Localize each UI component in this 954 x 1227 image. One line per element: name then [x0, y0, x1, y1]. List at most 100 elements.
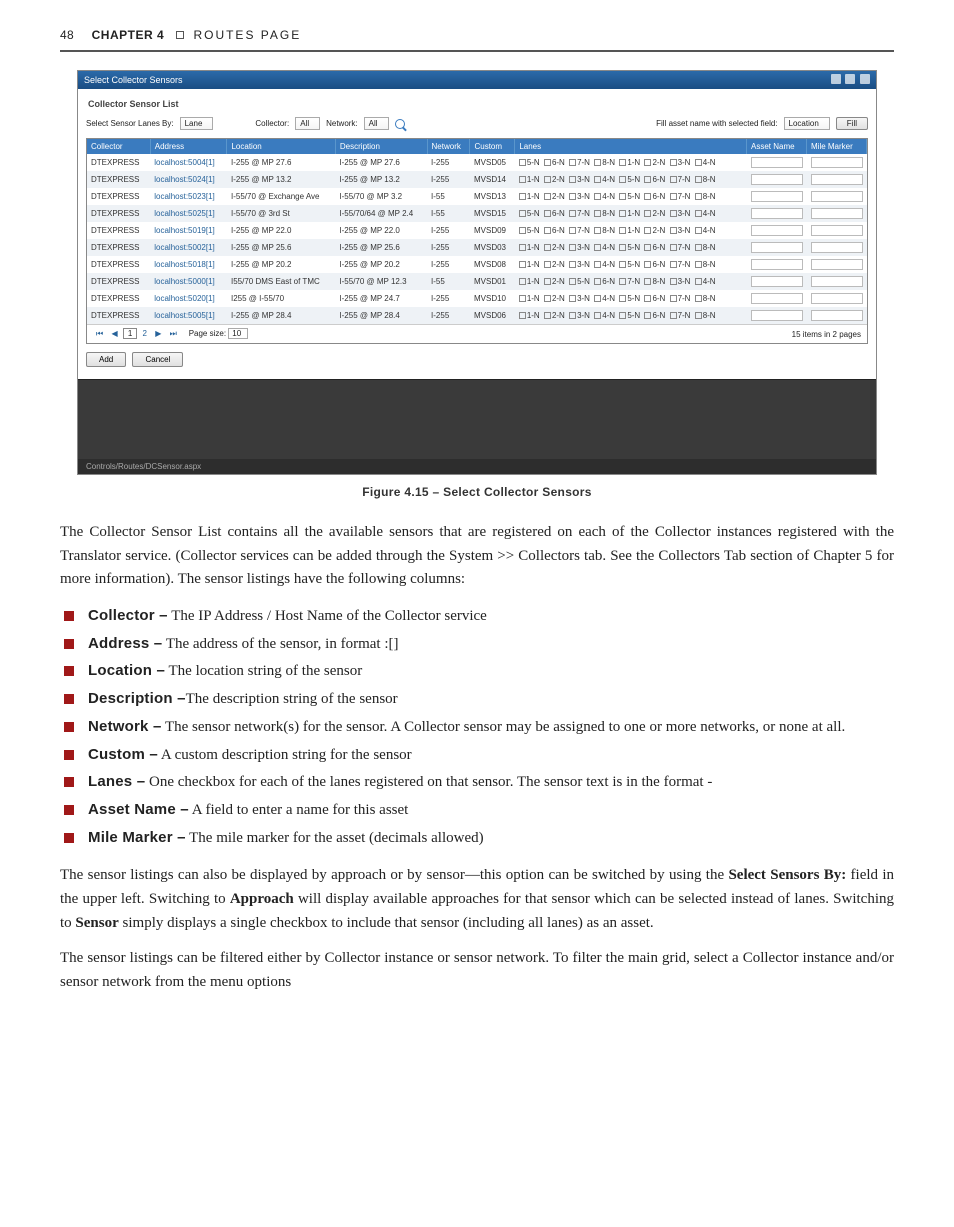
- col-asset-name[interactable]: Asset Name: [747, 139, 807, 154]
- asset-name-input[interactable]: [751, 276, 803, 287]
- pager-prev-icon[interactable]: ◀: [108, 329, 120, 338]
- lane-checkbox[interactable]: [594, 312, 601, 319]
- lane-checkbox[interactable]: [594, 210, 601, 217]
- lane-checkbox[interactable]: [644, 261, 651, 268]
- lane-checkbox[interactable]: [644, 210, 651, 217]
- asset-name-input[interactable]: [751, 174, 803, 185]
- lane-checkbox[interactable]: [670, 261, 677, 268]
- minimize-icon[interactable]: [831, 74, 841, 84]
- fill-button[interactable]: Fill: [836, 117, 868, 130]
- cell-address[interactable]: localhost:5024[1]: [150, 171, 227, 188]
- mile-marker-input[interactable]: [811, 157, 863, 168]
- lane-checkbox[interactable]: [695, 193, 702, 200]
- lane-checkbox[interactable]: [594, 244, 601, 251]
- search-icon[interactable]: [395, 119, 405, 129]
- table-row[interactable]: DTEXPRESSlocalhost:5020[1]I255 @ I-55/70…: [87, 290, 867, 307]
- lane-checkbox[interactable]: [644, 244, 651, 251]
- lane-checkbox[interactable]: [569, 176, 576, 183]
- lane-checkbox[interactable]: [619, 278, 626, 285]
- network-filter-dropdown[interactable]: All: [364, 117, 389, 130]
- mile-marker-input[interactable]: [811, 310, 863, 321]
- lane-checkbox[interactable]: [670, 176, 677, 183]
- lane-checkbox[interactable]: [644, 278, 651, 285]
- mile-marker-input[interactable]: [811, 208, 863, 219]
- lane-checkbox[interactable]: [619, 261, 626, 268]
- pager-last-icon[interactable]: ⏭: [167, 329, 180, 339]
- lane-checkbox[interactable]: [569, 210, 576, 217]
- lane-checkbox[interactable]: [519, 193, 526, 200]
- table-row[interactable]: DTEXPRESSlocalhost:5005[1]I-255 @ MP 28.…: [87, 307, 867, 324]
- lane-checkbox[interactable]: [695, 210, 702, 217]
- mile-marker-input[interactable]: [811, 174, 863, 185]
- mile-marker-input[interactable]: [811, 259, 863, 270]
- lane-checkbox[interactable]: [619, 312, 626, 319]
- lane-checkbox[interactable]: [619, 210, 626, 217]
- cell-address[interactable]: localhost:5000[1]: [150, 273, 227, 290]
- lane-checkbox[interactable]: [569, 193, 576, 200]
- lane-checkbox[interactable]: [670, 159, 677, 166]
- lane-checkbox[interactable]: [544, 227, 551, 234]
- col-location[interactable]: Location: [227, 139, 335, 154]
- mile-marker-input[interactable]: [811, 293, 863, 304]
- col-mile-marker[interactable]: Mile Marker: [807, 139, 867, 154]
- cell-address[interactable]: localhost:5019[1]: [150, 222, 227, 239]
- fill-field-dropdown[interactable]: Location: [784, 117, 830, 130]
- lane-checkbox[interactable]: [670, 295, 677, 302]
- lane-checkbox[interactable]: [519, 295, 526, 302]
- lane-checkbox[interactable]: [544, 193, 551, 200]
- lane-checkbox[interactable]: [569, 312, 576, 319]
- lane-checkbox[interactable]: [569, 227, 576, 234]
- cell-address[interactable]: localhost:5018[1]: [150, 256, 227, 273]
- lane-checkbox[interactable]: [695, 244, 702, 251]
- lane-checkbox[interactable]: [594, 159, 601, 166]
- asset-name-input[interactable]: [751, 208, 803, 219]
- lane-checkbox[interactable]: [594, 261, 601, 268]
- lane-checkbox[interactable]: [569, 261, 576, 268]
- lane-checkbox[interactable]: [644, 227, 651, 234]
- asset-name-input[interactable]: [751, 293, 803, 304]
- lane-checkbox[interactable]: [644, 193, 651, 200]
- cell-address[interactable]: localhost:5025[1]: [150, 205, 227, 222]
- page-size-dropdown[interactable]: 10: [228, 328, 248, 339]
- collector-filter-dropdown[interactable]: All: [295, 117, 320, 130]
- lane-checkbox[interactable]: [594, 176, 601, 183]
- lane-checkbox[interactable]: [644, 176, 651, 183]
- lane-checkbox[interactable]: [695, 312, 702, 319]
- lane-checkbox[interactable]: [644, 159, 651, 166]
- lane-checkbox[interactable]: [644, 295, 651, 302]
- lane-checkbox[interactable]: [519, 159, 526, 166]
- maximize-icon[interactable]: [845, 74, 855, 84]
- lane-checkbox[interactable]: [619, 227, 626, 234]
- col-lanes[interactable]: Lanes: [515, 139, 747, 154]
- lane-checkbox[interactable]: [670, 244, 677, 251]
- lane-checkbox[interactable]: [544, 295, 551, 302]
- col-network[interactable]: Network: [427, 139, 470, 154]
- col-address[interactable]: Address: [150, 139, 227, 154]
- col-description[interactable]: Description: [335, 139, 427, 154]
- lane-checkbox[interactable]: [569, 295, 576, 302]
- lane-checkbox[interactable]: [544, 159, 551, 166]
- lane-checkbox[interactable]: [695, 295, 702, 302]
- lane-checkbox[interactable]: [519, 244, 526, 251]
- lane-checkbox[interactable]: [569, 244, 576, 251]
- lane-checkbox[interactable]: [695, 278, 702, 285]
- lane-checkbox[interactable]: [544, 176, 551, 183]
- close-icon[interactable]: [860, 74, 870, 84]
- lane-checkbox[interactable]: [619, 244, 626, 251]
- table-row[interactable]: DTEXPRESSlocalhost:5019[1]I-255 @ MP 22.…: [87, 222, 867, 239]
- lane-checkbox[interactable]: [644, 312, 651, 319]
- pager-page-1[interactable]: 1: [123, 328, 137, 339]
- col-custom[interactable]: Custom: [470, 139, 515, 154]
- table-row[interactable]: DTEXPRESSlocalhost:5002[1]I-255 @ MP 25.…: [87, 239, 867, 256]
- lane-checkbox[interactable]: [594, 278, 601, 285]
- mile-marker-input[interactable]: [811, 225, 863, 236]
- lane-checkbox[interactable]: [594, 193, 601, 200]
- lane-checkbox[interactable]: [544, 244, 551, 251]
- mile-marker-input[interactable]: [811, 191, 863, 202]
- cell-address[interactable]: localhost:5023[1]: [150, 188, 227, 205]
- pager-page-2[interactable]: 2: [140, 329, 150, 338]
- asset-name-input[interactable]: [751, 225, 803, 236]
- lane-checkbox[interactable]: [544, 312, 551, 319]
- asset-name-input[interactable]: [751, 242, 803, 253]
- table-row[interactable]: DTEXPRESSlocalhost:5025[1]I-55/70 @ 3rd …: [87, 205, 867, 222]
